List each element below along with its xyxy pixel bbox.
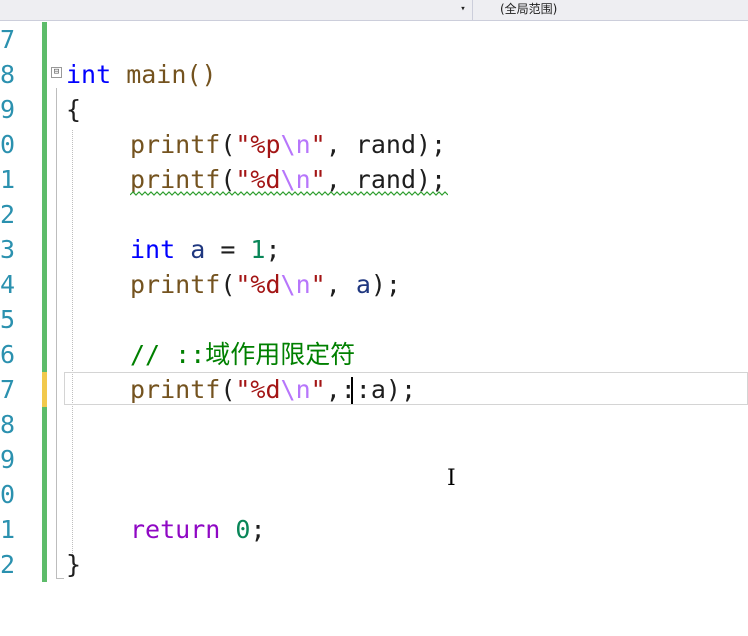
- code-line[interactable]: printf("%p\n", rand);: [130, 127, 446, 162]
- string: "%d: [235, 375, 281, 404]
- outline-line: [56, 88, 57, 578]
- escape-sequence: \n: [280, 270, 311, 299]
- code-line[interactable]: return 0;: [130, 512, 266, 547]
- brace: }: [66, 550, 82, 579]
- punctuation: );: [370, 270, 401, 299]
- line-number: 8: [0, 60, 16, 89]
- line-number: 9: [0, 445, 16, 474]
- punctuation: ;: [265, 235, 281, 264]
- function-name: main(): [111, 60, 217, 89]
- number-literal: 0: [235, 515, 251, 544]
- arguments: , rand);: [325, 130, 447, 159]
- code-line-current[interactable]: printf("%d\n",::a);: [130, 372, 416, 407]
- line-number: 1: [0, 515, 16, 544]
- string: "%d: [235, 165, 281, 194]
- text-caret: [351, 377, 353, 404]
- line-number: 7: [0, 25, 16, 54]
- code-line[interactable]: int main(): [66, 57, 217, 92]
- string: "%p: [235, 130, 281, 159]
- line-number: 0: [0, 480, 16, 509]
- line-number: 2: [0, 550, 16, 579]
- string: "%d: [235, 270, 281, 299]
- punctuation: ;: [250, 515, 266, 544]
- line-number: 3: [0, 235, 16, 264]
- function-name: printf: [130, 130, 221, 159]
- change-indicator-saved: [42, 22, 47, 372]
- navigation-separator: [472, 0, 473, 20]
- line-number: 6: [0, 340, 16, 369]
- string: ": [310, 375, 326, 404]
- keyword: int: [66, 60, 112, 89]
- line-number: 2: [0, 200, 16, 229]
- line-number: 7: [0, 375, 16, 404]
- ibeam-cursor-icon: I: [447, 466, 456, 491]
- chevron-down-icon[interactable]: ▾: [456, 1, 470, 18]
- brace: {: [66, 95, 82, 124]
- code-line[interactable]: int a = 1;: [130, 232, 281, 267]
- code-comment[interactable]: // ::域作用限定符: [130, 337, 355, 372]
- string: ": [310, 130, 326, 159]
- change-indicator-unsaved: [42, 372, 47, 407]
- warning-squiggle: [130, 191, 448, 196]
- code-line[interactable]: {: [66, 92, 81, 127]
- change-indicator-saved: [42, 407, 47, 582]
- editor-navigation-bar: ▾ (全局范围): [0, 0, 748, 21]
- punctuation: ,: [325, 270, 356, 299]
- function-name: printf: [130, 270, 221, 299]
- code-line[interactable]: }: [66, 547, 81, 582]
- function-name: printf: [130, 165, 221, 194]
- function-name: printf: [130, 375, 221, 404]
- scope-dropdown[interactable]: (全局范围): [500, 1, 557, 18]
- arguments: , rand);: [325, 165, 447, 194]
- punctuation: (: [220, 375, 236, 404]
- keyword: int: [130, 235, 176, 264]
- arguments: ,::a);: [325, 375, 417, 404]
- punctuation: (: [220, 270, 236, 299]
- operator: =: [205, 235, 251, 264]
- punctuation: (: [220, 130, 236, 159]
- code-line[interactable]: printf("%d\n", a);: [130, 267, 401, 302]
- variable: a: [175, 235, 206, 264]
- line-number: 8: [0, 410, 16, 439]
- line-number: 5: [0, 305, 16, 334]
- line-number: 0: [0, 130, 16, 159]
- indent-guide: [72, 130, 73, 555]
- line-number: 9: [0, 95, 16, 124]
- punctuation: (: [220, 165, 236, 194]
- escape-sequence: \n: [280, 165, 311, 194]
- escape-sequence: \n: [280, 130, 311, 159]
- collapse-icon[interactable]: ⊟: [51, 67, 62, 78]
- line-number: 1: [0, 165, 16, 194]
- string: ": [310, 270, 326, 299]
- escape-sequence: \n: [280, 375, 311, 404]
- number-literal: 1: [250, 235, 266, 264]
- variable: a: [355, 270, 371, 299]
- string: ": [310, 165, 326, 194]
- keyword: return: [130, 515, 221, 544]
- outline-end: [56, 578, 64, 579]
- line-number: 4: [0, 270, 16, 299]
